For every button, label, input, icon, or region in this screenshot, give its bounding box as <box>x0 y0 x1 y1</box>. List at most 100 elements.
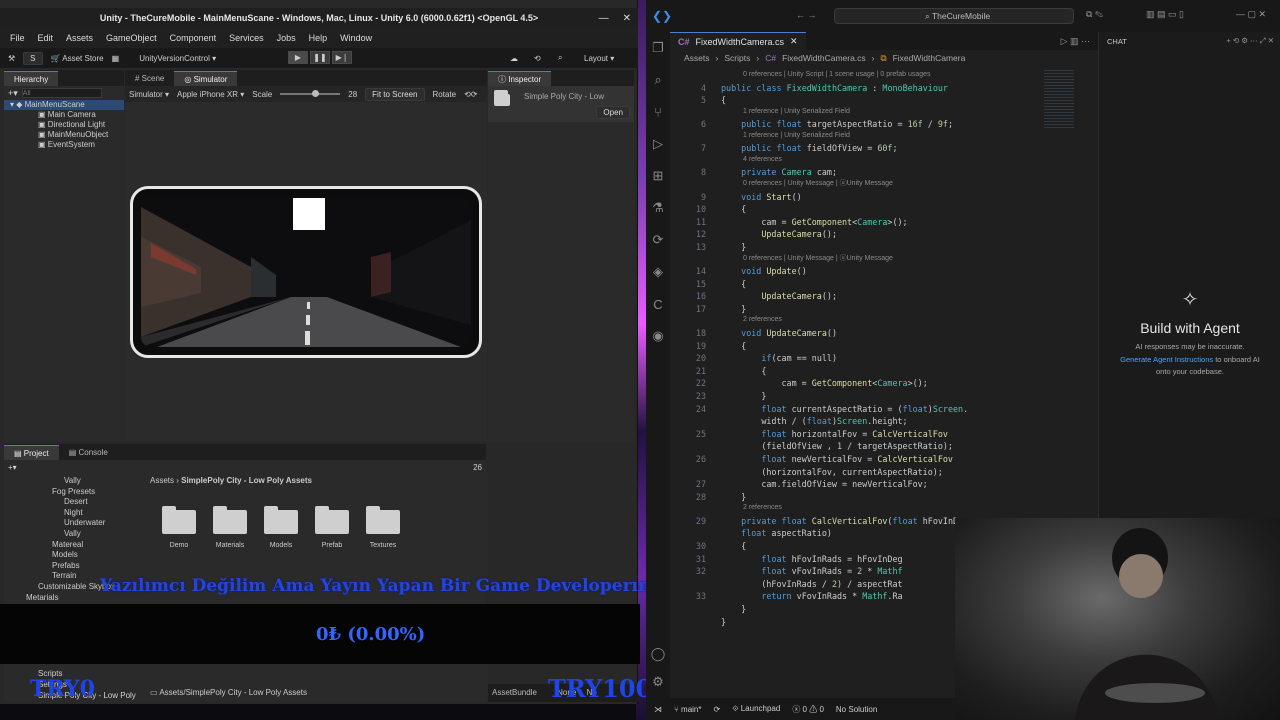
tab-scene[interactable]: # Scene <box>125 71 174 86</box>
extensions-icon[interactable]: ⊞ <box>646 160 670 192</box>
copilot-icon[interactable]: C <box>646 288 670 320</box>
command-search[interactable]: ⌕ TheCureMobile <box>834 8 1074 24</box>
crumb[interactable]: Assets <box>684 53 710 63</box>
tree-item[interactable]: Fog Presets <box>8 487 142 498</box>
menu-jobs[interactable]: Jobs <box>277 33 296 43</box>
add-icon[interactable]: +▾ <box>8 88 18 99</box>
crumb[interactable]: FixedWidthCamera <box>893 53 966 63</box>
package-icon[interactable]: ▦ <box>112 54 120 63</box>
codelens[interactable]: 1 reference | Unity Serialized Field <box>743 107 850 117</box>
tree-item[interactable]: Models <box>8 550 142 561</box>
hierarchy-item[interactable]: ▣ Directional Light <box>4 120 124 130</box>
account-button[interactable]: S <box>23 51 43 65</box>
docker-icon[interactable]: ◈ <box>646 256 670 288</box>
codelens[interactable]: 2 references <box>743 315 782 325</box>
menu-help[interactable]: Help <box>309 33 328 43</box>
menu-file[interactable]: File <box>10 33 25 43</box>
crumb[interactable]: Scripts <box>724 53 750 63</box>
minimap[interactable] <box>1044 70 1074 130</box>
editor-actions[interactable]: ▷ ▥ ⋯ <box>1061 36 1090 47</box>
tab-hierarchy[interactable]: Hierarchy <box>4 71 59 86</box>
tree-item[interactable]: Prefabs <box>8 561 142 572</box>
tab-console[interactable]: ▤ Console <box>59 445 118 460</box>
close-icon[interactable]: ✕ <box>790 36 798 47</box>
panel-toggle-icons[interactable]: ▥ ▤ ▭ ▯ <box>1146 9 1184 20</box>
menu-assets[interactable]: Assets <box>66 33 93 43</box>
search-icon[interactable]: ⌕ <box>558 53 562 63</box>
crumb[interactable]: FixedWidthCamera.cs <box>782 53 866 63</box>
history-icon[interactable]: ⟲ <box>534 54 541 63</box>
explorer-icon[interactable]: ❐ <box>646 32 670 64</box>
tree-item[interactable]: Night <box>8 508 142 519</box>
tree-item[interactable]: Desert <box>8 497 142 508</box>
sync-icon[interactable]: ⟳ <box>713 705 720 714</box>
github-icon[interactable]: ◉ <box>646 320 670 352</box>
launchpad-indicator[interactable]: ⟐ Launchpad <box>732 704 780 714</box>
step-button[interactable]: ▶❘ <box>332 51 352 64</box>
crumb-folder[interactable]: SimplePoly City - Low Poly Assets <box>181 476 312 485</box>
scale-slider[interactable] <box>280 90 341 97</box>
cloud-icon[interactable]: ☁ <box>510 54 518 63</box>
close-icon[interactable]: ✕ <box>623 13 631 24</box>
source-control-icon[interactable]: ⑂ <box>646 96 670 128</box>
menu-services[interactable]: Services <box>229 33 264 43</box>
tab-project[interactable]: ▤ Project <box>4 445 59 460</box>
folder-item[interactable]: Prefab <box>307 506 357 549</box>
play-button[interactable]: ▶ <box>288 51 308 64</box>
crumb-assets[interactable]: Assets <box>150 476 174 485</box>
codelens[interactable]: 0 references | Unity Message | ⓤUnity Me… <box>743 179 893 189</box>
codelens[interactable]: 4 references <box>743 155 782 165</box>
asset-store-button[interactable]: 🛒 Asset Store <box>51 54 104 63</box>
tab-fixedwidthcamera[interactable]: C# FixedWidthCamera.cs ✕ <box>670 32 806 50</box>
hierarchy-item[interactable]: ▣ MainMenuObject <box>4 130 124 140</box>
tab-inspector[interactable]: ⓘ Inspector <box>488 71 552 86</box>
remote-icon[interactable]: ⟳ <box>646 224 670 256</box>
problems-indicator[interactable]: ⓧ 0 ⚠ 0 <box>792 704 824 715</box>
chat-tab[interactable]: CHAT <box>1107 37 1127 46</box>
window-controls[interactable]: — ▢ ✕ <box>1236 9 1266 20</box>
nav-arrows[interactable]: ← → <box>796 10 817 20</box>
folder-item[interactable]: Models <box>256 506 306 549</box>
hierarchy-item[interactable]: ▣ Main Camera <box>4 110 124 120</box>
tree-item[interactable]: Vally <box>8 476 142 487</box>
game-view[interactable] <box>141 197 471 347</box>
codelens[interactable]: 0 references | Unity Message | ⓤUnity Me… <box>743 254 893 264</box>
minimize-icon[interactable]: — <box>599 13 609 24</box>
agent-instructions-link[interactable]: Generate Agent Instructions <box>1120 355 1213 364</box>
tools-icon[interactable]: ⚒ <box>8 54 15 63</box>
folder-item[interactable]: Materials <box>205 506 255 549</box>
folder-item[interactable]: Demo <box>154 506 204 549</box>
settings-gear-icon[interactable]: ⚙ <box>646 666 670 698</box>
simulator-mode-dropdown[interactable]: Simulator ▾ <box>129 90 169 99</box>
layout-dropdown[interactable]: Layout ▾ <box>584 54 614 63</box>
testing-icon[interactable]: ⚗ <box>646 192 670 224</box>
fit-to-screen-button[interactable]: Fit to Screen <box>365 87 425 101</box>
menu-window[interactable]: Window <box>340 33 372 43</box>
add-icon[interactable]: +▾ <box>8 463 17 472</box>
branch-indicator[interactable]: ⑂ main* <box>674 705 701 714</box>
remote-indicator-icon[interactable]: ⋊ <box>654 705 662 714</box>
device-dropdown[interactable]: Apple iPhone XR ▾ <box>177 90 244 99</box>
hierarchy-search-input[interactable] <box>21 88 102 98</box>
search-icon[interactable]: ⌕ <box>646 64 670 96</box>
rotate-icons[interactable]: ⟲⟳ <box>464 90 477 99</box>
tree-item[interactable]: Vally <box>8 529 142 540</box>
tree-item[interactable]: Matereal <box>8 540 142 551</box>
open-button[interactable]: Open <box>596 106 630 119</box>
layout-icons[interactable]: ⧉ ✎ <box>1086 9 1103 20</box>
codelens[interactable]: 0 references | Unity Script | 1 scene us… <box>743 70 931 80</box>
pause-button[interactable]: ❚❚ <box>310 51 330 64</box>
menu-gameobject[interactable]: GameObject <box>106 33 157 43</box>
run-debug-icon[interactable]: ▷ <box>646 128 670 160</box>
codelens[interactable]: 2 references <box>743 503 782 513</box>
version-control-dropdown[interactable]: UnityVersionControl ▾ <box>139 54 216 63</box>
codelens[interactable]: 1 reference | Unity Serialized Field <box>743 131 850 141</box>
hierarchy-item-scene[interactable]: ▾ ◆ MainMenuScane <box>4 100 124 110</box>
hierarchy-item[interactable]: ▣ EventSystem <box>4 140 124 150</box>
menu-component[interactable]: Component <box>170 33 217 43</box>
chat-actions[interactable]: + ⟲ ⚙ ⋯ ⤢ ✕ <box>1226 36 1274 46</box>
solution-indicator[interactable]: No Solution <box>836 705 877 714</box>
tab-simulator[interactable]: ◎ Simulator <box>174 71 238 86</box>
folder-item[interactable]: Textures <box>358 506 408 549</box>
tree-item[interactable]: Underwater <box>8 518 142 529</box>
